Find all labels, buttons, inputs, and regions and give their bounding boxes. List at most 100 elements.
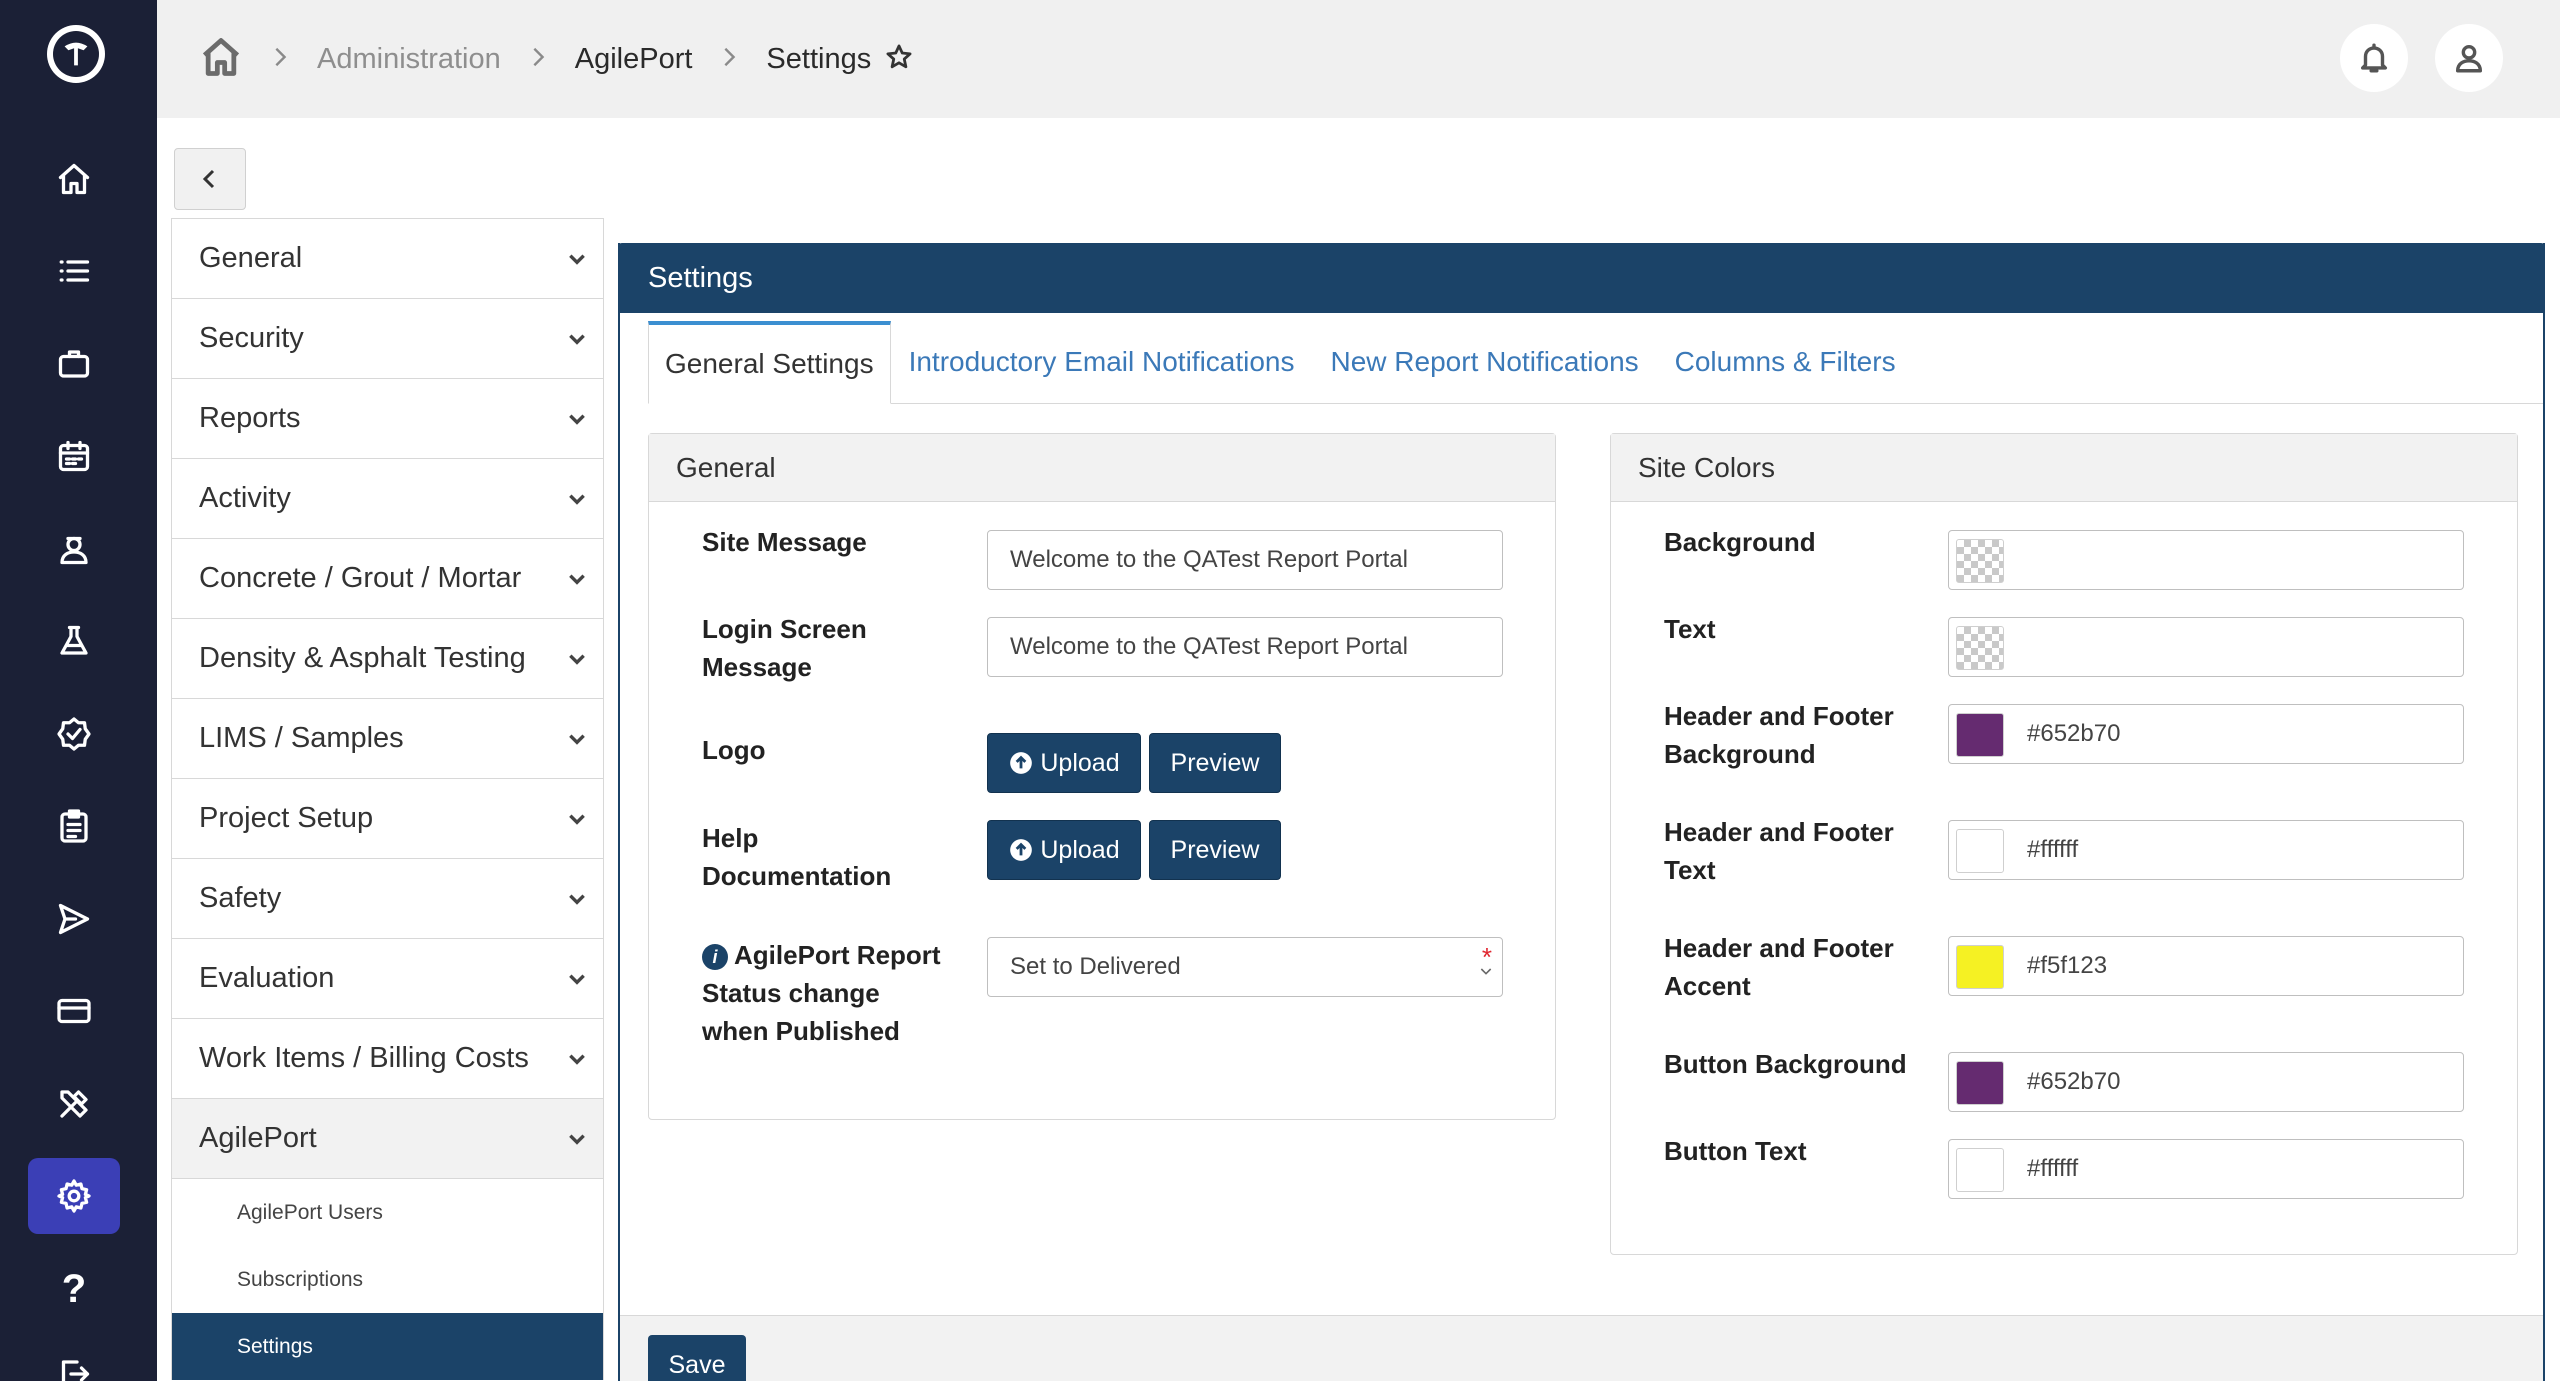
help-documentation-label: Help Documentation <box>702 823 892 891</box>
send-icon[interactable] <box>28 881 120 957</box>
sidebar-item-security[interactable]: Security <box>172 299 603 379</box>
header-footer-text-label: Header and Footer Text <box>1664 817 1894 885</box>
logo-preview-button[interactable]: Preview <box>1149 733 1281 793</box>
header-footer-text-swatch[interactable] <box>1956 829 2004 873</box>
text-color-swatch[interactable] <box>1956 626 2004 670</box>
home-icon[interactable] <box>28 141 120 217</box>
logo-upload-button[interactable]: Upload <box>987 733 1141 793</box>
chevron-down-icon <box>569 813 585 825</box>
app-logo[interactable] <box>47 25 105 83</box>
sidebar-item-concrete[interactable]: Concrete / Grout / Mortar <box>172 539 603 619</box>
tab-columns-filters[interactable]: Columns & Filters <box>1657 320 1914 403</box>
tab-general-settings[interactable]: General Settings <box>648 321 891 404</box>
chevron-left-icon <box>202 169 215 189</box>
background-color-swatch[interactable] <box>1956 539 2004 583</box>
logout-icon[interactable] <box>28 1336 120 1381</box>
calendar-icon[interactable] <box>28 418 120 494</box>
upload-icon <box>1010 752 1033 774</box>
status-change-select[interactable]: Set to Delivered * <box>987 937 1503 997</box>
header-footer-background-input[interactable]: #652b70 <box>1948 704 2464 764</box>
button-background-swatch[interactable] <box>1956 1061 2004 1105</box>
header-footer-background-swatch[interactable] <box>1956 713 2004 757</box>
chevron-down-icon <box>569 653 585 665</box>
upload-icon <box>1010 839 1033 861</box>
sidebar-item-density[interactable]: Density & Asphalt Testing <box>172 619 603 699</box>
sidebar-item-general[interactable]: General <box>172 219 603 299</box>
login-message-input[interactable]: Welcome to the QATest Report Portal <box>987 617 1503 677</box>
help-icon[interactable]: ? <box>28 1251 120 1327</box>
sidebar-item-activity[interactable]: Activity <box>172 459 603 539</box>
header-footer-accent-swatch[interactable] <box>1956 945 2004 989</box>
general-card: General Site Message Welcome to the QATe… <box>648 433 1556 1120</box>
sidebar-subitem-subscriptions[interactable]: Subscriptions <box>172 1246 603 1313</box>
chevron-right-icon <box>527 46 549 73</box>
breadcrumb-administration[interactable]: Administration <box>317 43 501 76</box>
user-badge-icon[interactable] <box>28 511 120 587</box>
header-footer-accent-input[interactable]: #f5f123 <box>1948 936 2464 996</box>
panel-title: Settings <box>618 243 2545 313</box>
sidebar-subitem-settings[interactable]: Settings <box>172 1313 603 1380</box>
sidebar-item-reports[interactable]: Reports <box>172 379 603 459</box>
site-message-input[interactable]: Welcome to the QATest Report Portal <box>987 530 1503 590</box>
text-color-label: Text <box>1664 614 1716 644</box>
chevron-down-icon <box>569 973 585 985</box>
site-colors-title: Site Colors <box>1611 434 2517 502</box>
credit-card-icon[interactable] <box>28 973 120 1049</box>
button-text-input[interactable]: #ffffff <box>1948 1139 2464 1199</box>
star-icon[interactable] <box>885 43 913 76</box>
help-preview-button[interactable]: Preview <box>1149 820 1281 880</box>
site-message-label: Site Message <box>702 527 867 557</box>
sidebar-item-work-items[interactable]: Work Items / Billing Costs <box>172 1019 603 1099</box>
login-message-label: Login Screen Message <box>702 614 867 682</box>
list-icon[interactable] <box>28 233 120 309</box>
help-upload-button[interactable]: Upload <box>987 820 1141 880</box>
flask-icon[interactable] <box>28 603 120 679</box>
sidebar-item-safety[interactable]: Safety <box>172 859 603 939</box>
sidebar-item-project-setup[interactable]: Project Setup <box>172 779 603 859</box>
chevron-down-icon <box>569 333 585 345</box>
info-icon[interactable]: i <box>702 944 728 970</box>
tab-introductory-email[interactable]: Introductory Email Notifications <box>891 320 1313 403</box>
header-footer-background-label: Header and Footer Background <box>1664 701 1894 769</box>
chevron-down-icon <box>569 253 585 265</box>
background-color-label: Background <box>1664 527 1816 557</box>
breadcrumb-settings: Settings <box>766 42 872 75</box>
bell-icon[interactable] <box>2340 24 2408 92</box>
text-color-input[interactable] <box>1948 617 2464 677</box>
general-card-title: General <box>649 434 1555 502</box>
breadcrumb: Administration AgilePort Settings <box>157 0 913 118</box>
sidebar-item-evaluation[interactable]: Evaluation <box>172 939 603 1019</box>
header-footer-accent-label: Header and Footer Accent <box>1664 933 1894 1001</box>
button-text-swatch[interactable] <box>1956 1148 2004 1192</box>
chevron-right-icon <box>718 46 740 73</box>
chevron-down-icon <box>569 1053 585 1065</box>
back-button[interactable] <box>174 148 246 210</box>
chevron-right-icon <box>269 46 291 73</box>
home-icon[interactable] <box>199 35 243 84</box>
briefcase-icon[interactable] <box>28 326 120 402</box>
button-background-input[interactable]: #652b70 <box>1948 1052 2464 1112</box>
left-rail: ? <box>0 0 157 1381</box>
settings-tabs: General Settings Introductory Email Noti… <box>648 321 2543 404</box>
button-background-label: Button Background <box>1664 1049 1907 1079</box>
settings-sidebar: General Security Reports Activity Concre… <box>171 218 604 1380</box>
logo-label: Logo <box>702 735 766 765</box>
clipboard-icon[interactable] <box>28 788 120 864</box>
status-change-label: i AgilePort Report Status change when Pub… <box>702 940 941 1046</box>
tab-new-report-notifications[interactable]: New Report Notifications <box>1313 320 1657 403</box>
background-color-input[interactable] <box>1948 530 2464 590</box>
button-text-label: Button Text <box>1664 1136 1807 1166</box>
sidebar-item-lims[interactable]: LIMS / Samples <box>172 699 603 779</box>
chevron-down-icon <box>1478 956 1494 984</box>
sidebar-subitem-agileport-users[interactable]: AgilePort Users <box>172 1179 603 1246</box>
header-footer-text-input[interactable]: #ffffff <box>1948 820 2464 880</box>
sidebar-item-agileport[interactable]: AgilePort <box>172 1099 603 1179</box>
user-icon[interactable] <box>2435 24 2503 92</box>
chevron-down-icon <box>569 413 585 425</box>
gear-icon[interactable] <box>28 1158 120 1234</box>
save-button[interactable]: Save <box>648 1335 746 1381</box>
tools-icon[interactable] <box>28 1066 120 1142</box>
badge-check-icon[interactable] <box>28 696 120 772</box>
chevron-down-icon <box>569 493 585 505</box>
breadcrumb-agileport[interactable]: AgilePort <box>575 43 693 76</box>
